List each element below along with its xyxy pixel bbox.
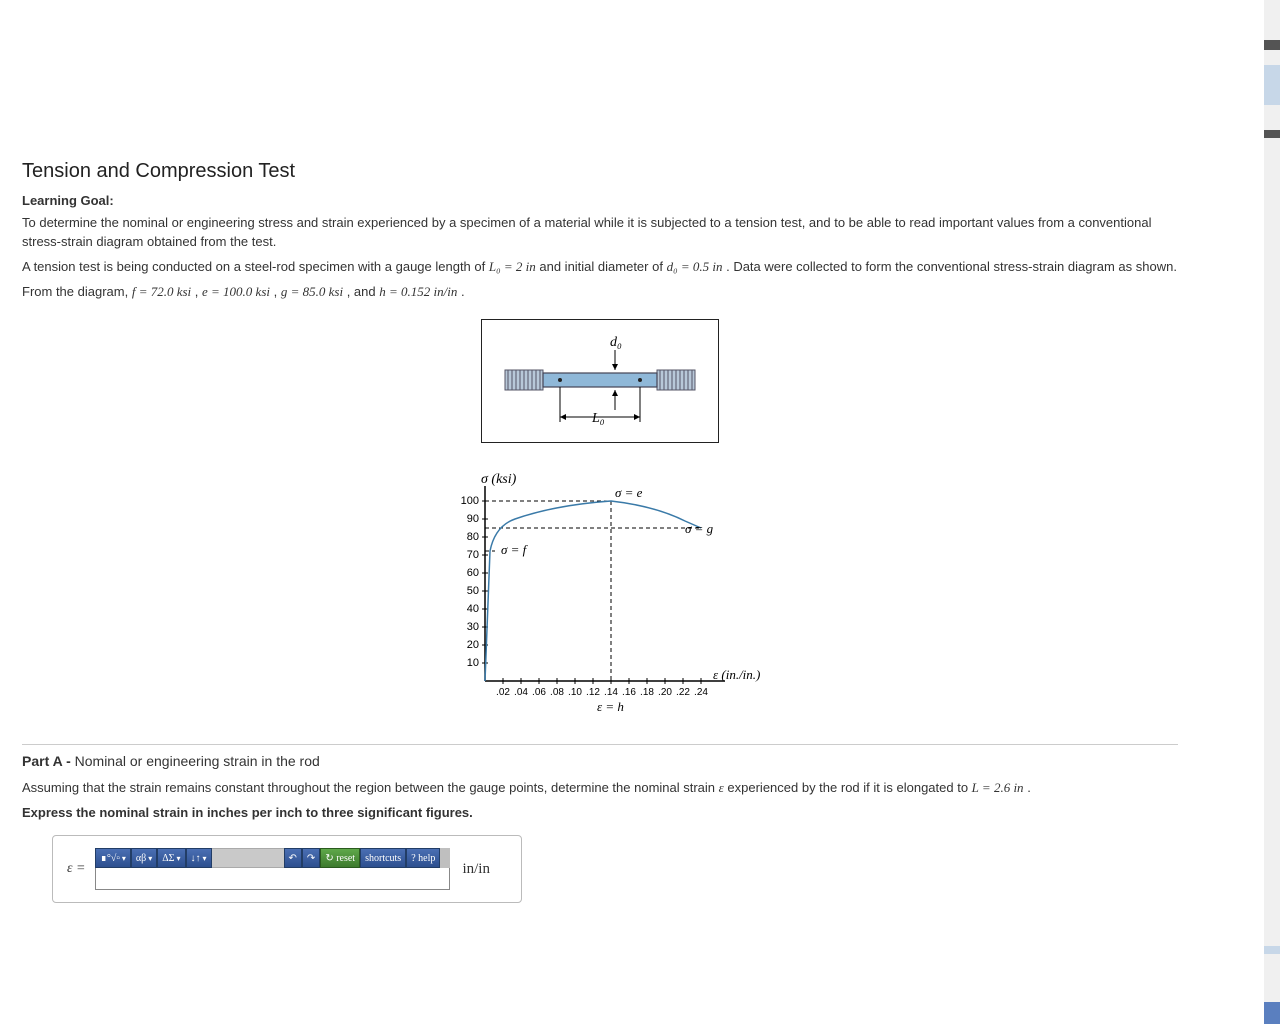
svg-text:80: 80 — [467, 531, 479, 543]
greek-button[interactable]: αβ▾ — [131, 848, 157, 868]
svg-text:.08: .08 — [550, 687, 564, 698]
svg-text:20: 20 — [467, 639, 479, 651]
svg-text:100: 100 — [461, 495, 479, 507]
shortcuts-button[interactable]: shortcuts — [360, 848, 406, 868]
svg-text:30: 30 — [467, 621, 479, 633]
stress-strain-chart: σ (ksi) ε (in./in.) 10 20 30 40 50 60 70… — [435, 471, 765, 724]
svg-text:.06: .06 — [532, 687, 546, 698]
part-a-question: Assuming that the strain remains constan… — [22, 779, 1178, 798]
epsilon-equals-label: ε = — [67, 861, 85, 877]
l-value: L = 2.6 in — [972, 780, 1024, 795]
help-button[interactable]: ? help — [406, 848, 440, 868]
learning-goal-label: Learning Goal: — [22, 193, 1178, 208]
f-value: f = 72.0 ksi — [132, 284, 191, 299]
answer-entry-box: ε = ∎°√▫▾ αβ▾ ΔΣ▾ ↓↑▾ ↶ ↷ ↻ reset shortc… — [52, 835, 522, 903]
undo-button[interactable]: ↶ — [284, 848, 302, 868]
svg-text:70: 70 — [467, 549, 479, 561]
page-scrollbar[interactable] — [1264, 0, 1280, 1024]
svg-text:.02: .02 — [496, 687, 510, 698]
d0-label: d₀ — [610, 335, 622, 350]
specimen-figure: d₀ L₀ — [481, 319, 719, 443]
answer-unit: in/in — [462, 861, 490, 878]
g-value: g = 85.0 ksi — [281, 284, 343, 299]
svg-text:.10: .10 — [568, 687, 582, 698]
svg-text:.22: .22 — [676, 687, 690, 698]
l0-expression: L₀ = 2 in — [489, 259, 536, 274]
d0-expression: d₀ = 0.5 in — [667, 259, 723, 274]
sigma-f-label: σ = f — [501, 542, 529, 557]
diagram-values-text: From the diagram, f = 72.0 ksi , e = 100… — [22, 283, 1178, 302]
svg-text:.04: .04 — [514, 687, 528, 698]
svg-text:60: 60 — [467, 567, 479, 579]
svg-text:.12: .12 — [586, 687, 600, 698]
svg-text:90: 90 — [467, 513, 479, 525]
chart-svg: σ (ksi) ε (in./in.) 10 20 30 40 50 60 70… — [435, 471, 765, 721]
l0-label: L₀ — [591, 411, 605, 426]
svg-text:.14: .14 — [604, 687, 618, 698]
e-value: e = 100.0 ksi — [202, 284, 270, 299]
redo-button[interactable]: ↷ — [302, 848, 320, 868]
sigma-e-label: σ = e — [615, 485, 643, 500]
part-a-header: Part A - Nominal or engineering strain i… — [22, 753, 1178, 769]
sigma-g-label: σ = g — [685, 521, 714, 536]
subscript-button[interactable]: ↓↑▾ — [186, 848, 212, 868]
learning-goal-text: To determine the nominal or engineering … — [22, 214, 1178, 252]
operators-button[interactable]: ΔΣ▾ — [157, 848, 185, 868]
y-axis-label: σ (ksi) — [481, 472, 517, 487]
svg-text:40: 40 — [467, 603, 479, 615]
svg-text:50: 50 — [467, 585, 479, 597]
h-value: h = 0.152 in/in — [379, 284, 457, 299]
equation-toolbar: ∎°√▫▾ αβ▾ ΔΣ▾ ↓↑▾ ↶ ↷ ↻ reset shortcuts … — [95, 848, 450, 868]
svg-text:.18: .18 — [640, 687, 654, 698]
rod-svg: d₀ L₀ — [500, 332, 700, 432]
section-divider — [22, 744, 1178, 745]
x-axis-label: ε (in./in.) — [713, 667, 760, 682]
answer-input[interactable] — [95, 868, 450, 890]
svg-text:10: 10 — [467, 657, 479, 669]
eps-h-label: ε = h — [597, 699, 624, 714]
svg-text:.24: .24 — [694, 687, 708, 698]
reset-button[interactable]: ↻ reset — [320, 848, 360, 868]
svg-text:.20: .20 — [658, 687, 672, 698]
setup-text: A tension test is being conducted on a s… — [22, 258, 1178, 277]
page-title: Tension and Compression Test — [22, 160, 1178, 183]
svg-text:.16: .16 — [622, 687, 636, 698]
template-button[interactable]: ∎°√▫▾ — [95, 848, 130, 868]
part-a-instruction: Express the nominal strain in inches per… — [22, 804, 1178, 823]
